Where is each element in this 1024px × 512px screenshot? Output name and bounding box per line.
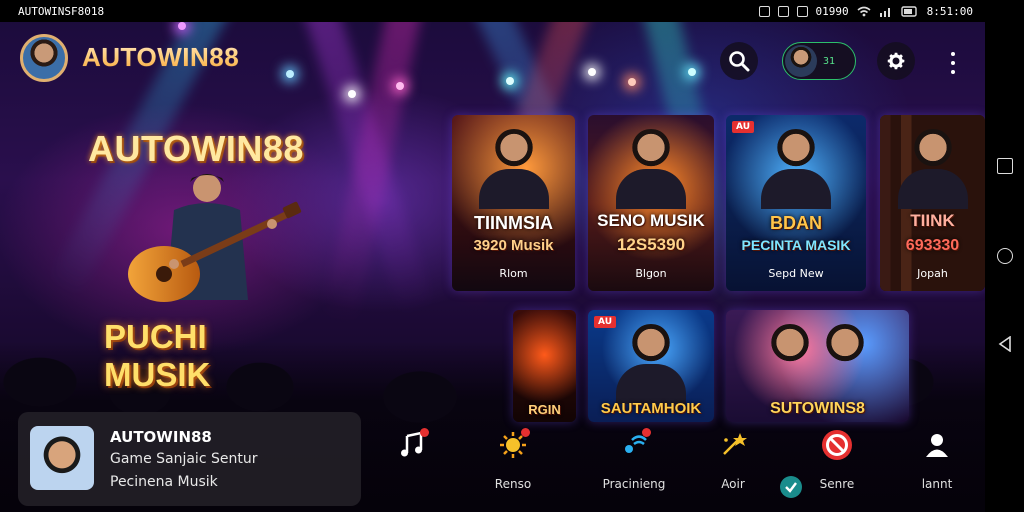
- network-text: 01990: [815, 4, 849, 18]
- card-4-title: TIINK: [910, 211, 955, 230]
- top-bar: AUTOWIN88 31: [20, 34, 980, 84]
- card-2-footer: Blgon: [635, 267, 667, 280]
- card-6-title: SAUTAMHOIK: [600, 400, 702, 417]
- now-playing-line1: Game Sanjaic Sentur: [110, 451, 258, 467]
- now-playing-title: AUTOWIN88: [110, 428, 212, 446]
- music-card-4[interactable]: TIINK 693330 Jopah: [880, 115, 985, 291]
- card-3-title: BDAN: [770, 213, 822, 233]
- tab-aoir-label: Aoir: [721, 477, 745, 491]
- card-1-title: TIINMSIA: [474, 213, 553, 233]
- hero-banner[interactable]: AUTOWIN88 PUCHI MUSIK: [88, 120, 318, 393]
- status-icons: 01990 8:51:00: [758, 4, 973, 18]
- settings-button[interactable]: [877, 42, 915, 80]
- system-navigation-bar: [985, 0, 1024, 512]
- tab-aoir[interactable]: Aoir: [688, 422, 778, 502]
- tab-senre[interactable]: Senre: [792, 422, 882, 502]
- card-1-subtitle: 3920 Musik: [473, 237, 554, 254]
- brand-logo-text: AUTOWIN88: [82, 42, 240, 72]
- status-bar: AUTOWINSF8018 01990 8:51:00: [0, 0, 985, 22]
- guitarist-illustration: [128, 174, 302, 302]
- card-6-badge: AU: [594, 316, 616, 328]
- card-3-subtitle: PECINTA MASIK: [741, 237, 851, 253]
- user-chip-count: 31: [823, 55, 836, 67]
- music-card-2[interactable]: SENO MUSIK 12S5390 Blgon: [588, 115, 714, 291]
- more-options-button[interactable]: [948, 52, 958, 74]
- hero-subtitle: PUCHI MUSIK: [104, 318, 211, 393]
- tab-lannt-label: lannt: [921, 477, 953, 491]
- screen: AUTOWIN88 31 AUTOWIN88 PUCHI MUSIK TIINM…: [0, 0, 1024, 512]
- back-button[interactable]: [997, 335, 1013, 353]
- user-mini-avatar: [785, 45, 817, 77]
- search-button[interactable]: [720, 42, 758, 80]
- card-3-badge: AU: [732, 121, 754, 133]
- card-1-footer: Rlom: [499, 267, 528, 280]
- music-card-7[interactable]: SUTOWINS8: [726, 310, 909, 422]
- app-background: AUTOWIN88 31 AUTOWIN88 PUCHI MUSIK TIINM…: [0, 0, 985, 512]
- card-2-title: SENO MUSIK: [597, 211, 705, 230]
- wifi-icon: [857, 6, 871, 16]
- gear-icon: [887, 52, 905, 70]
- music-note-icon: [395, 428, 429, 462]
- back-triangle-icon: [998, 335, 1011, 353]
- tab-renso-label: Renso: [494, 477, 532, 491]
- now-playing-panel[interactable]: AUTOWIN88 Game Sanjaic Sentur Pecinena M…: [18, 412, 361, 506]
- tab-lannt[interactable]: lannt: [892, 422, 982, 502]
- now-playing-thumbnail: [30, 426, 94, 490]
- user-chip[interactable]: 31: [782, 42, 856, 80]
- music-card-5[interactable]: RGIN: [513, 310, 576, 422]
- music-card-6[interactable]: AU SAUTAMHOIK: [588, 310, 714, 422]
- profile-avatar[interactable]: [20, 34, 68, 82]
- signal-icon: [879, 7, 890, 17]
- music-card-1[interactable]: TIINMSIA 3920 Musik Rlom: [452, 115, 575, 291]
- tab-music[interactable]: [367, 422, 457, 502]
- card-3-footer: Sepd New: [768, 267, 824, 280]
- tab-renso[interactable]: Renso: [468, 422, 558, 502]
- broadcast-icon: [617, 428, 651, 462]
- battery-icon: [900, 5, 917, 17]
- star-wand-icon: [716, 428, 750, 462]
- clock-text: 8:51:00: [926, 4, 973, 18]
- card-4-footer: Jopah: [917, 267, 948, 280]
- mail-icon: [796, 5, 808, 17]
- hero-title: AUTOWIN88: [88, 128, 304, 169]
- person-icon: [920, 428, 954, 462]
- no-entry-icon: [820, 428, 854, 462]
- sim-icon: [777, 5, 789, 17]
- status-left-text: AUTOWINSF8018: [18, 4, 105, 18]
- card-7-title: SUTOWINS8: [770, 400, 865, 417]
- tab-pracinieng-label: Pracinieng: [602, 477, 666, 491]
- card-5-title: RGIN: [528, 402, 561, 417]
- search-icon: [729, 51, 750, 72]
- notification-icon: [758, 5, 770, 17]
- home-button[interactable]: [997, 248, 1013, 264]
- now-playing-line2: Pecinena Musik: [110, 474, 218, 490]
- tab-pracinieng[interactable]: Pracinieng: [589, 422, 679, 502]
- music-card-3[interactable]: AU BDAN PECINTA MASIK Sepd New: [726, 115, 866, 291]
- recent-apps-button[interactable]: [997, 158, 1013, 174]
- card-2-subtitle: 12S5390: [616, 235, 686, 254]
- sun-icon: [496, 428, 530, 462]
- card-4-subtitle: 693330: [905, 237, 960, 254]
- tab-senre-label: Senre: [819, 477, 855, 491]
